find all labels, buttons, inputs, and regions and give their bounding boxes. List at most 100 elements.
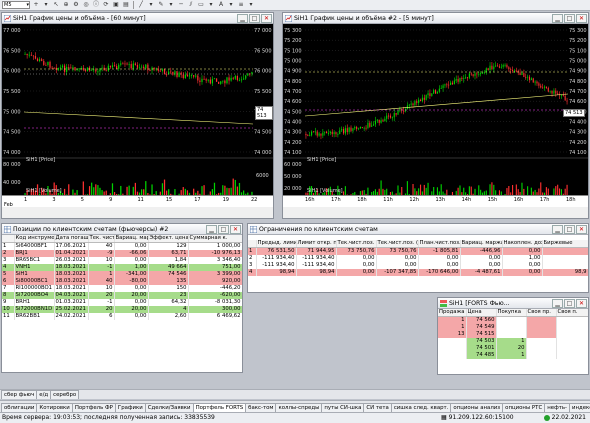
dropdown-icon[interactable]: ▾ (147, 1, 155, 9)
candle-body (528, 76, 531, 80)
minimize-button[interactable]: ▁ (237, 13, 248, 23)
dropdown-icon[interactable]: ▾ (207, 1, 215, 9)
settings-icon[interactable]: ⚙ (72, 1, 80, 9)
timeframe-select[interactable]: M5 ▾ (2, 1, 30, 9)
candle-body (446, 84, 448, 86)
close-button[interactable]: ✕ (576, 13, 587, 23)
quote-row[interactable]: 74 501 20 (438, 345, 588, 352)
table-row[interactable]: 5 SiH1 18.03.2021 1 -341,00 74 546 3 399,00 (2, 271, 242, 278)
limits-titlebar[interactable]: Ограничения по клиентским счетам ▁ □ ✕ (248, 224, 588, 235)
table-row[interactable]: 1 76 531,50 71 944,95 73 750,76 73 750,76 -1 … (248, 247, 588, 255)
quotes-icon (440, 299, 447, 307)
column-header: Биржевые (542, 240, 588, 248)
quote-row[interactable]: 13 74 515 (438, 331, 588, 338)
workspace-tab[interactable]: Котировки (36, 403, 73, 412)
maximize-button[interactable]: □ (218, 224, 229, 234)
workspace-tab[interactable]: сишка след. кварт. (390, 403, 452, 412)
fib-icon[interactable]: ≡ (237, 1, 245, 9)
candle-body (335, 132, 337, 135)
workspace-tab[interactable]: опционы анализ (450, 403, 504, 412)
dropdown-icon[interactable]: ▾ (227, 1, 235, 9)
zoom-icon[interactable]: ⊕ (62, 1, 70, 9)
crosshair-icon[interactable]: + (32, 1, 40, 9)
candle-body (132, 63, 134, 69)
maximize-button[interactable]: □ (564, 224, 575, 234)
sell-volume: 1 (438, 316, 467, 324)
dropdown-icon[interactable]: ▾ (42, 1, 50, 9)
hline-icon[interactable]: ─ (177, 1, 185, 9)
dropdown-icon[interactable]: ▾ (167, 1, 175, 9)
table-row[interactable]: 7 RI100000BO1 18.03.2021 10 0,00 150 -446,20 (2, 285, 242, 292)
quote-row[interactable]: 74 503 1 (438, 338, 588, 345)
table-row[interactable]: 2 BRJ1 01.04.2021 -9 -66,06 63,71 -10 976,13 (2, 250, 242, 257)
sell-volume (438, 352, 467, 359)
workspace-tab[interactable]: путы СИ-шка (321, 403, 365, 412)
text-tool-icon[interactable]: A (217, 1, 225, 9)
quote-row[interactable]: 1 74 560 (438, 316, 588, 324)
workspace-tab[interactable]: Сделки/Заявки (144, 403, 194, 412)
workspace-tab[interactable]: Графики (114, 403, 146, 412)
table-row[interactable]: 3 -111 934,40 -111 934,40 0,00 0,00 0,00 0,00 0… (248, 262, 588, 269)
workspace-tab[interactable]: сбер фьюч (1, 390, 38, 399)
sync-icon[interactable]: ⟳ (102, 1, 110, 9)
info-icon[interactable]: ⓘ (92, 1, 100, 9)
workspace-tab[interactable]: СИ тета (363, 403, 392, 412)
pen-icon[interactable]: ✎ (157, 1, 165, 9)
print-icon[interactable]: ▤ (122, 1, 130, 9)
table-row[interactable]: 1 Si64000BF1 17.06.2021 40 0,00 129 1 000,00 (2, 242, 242, 250)
maximize-button[interactable]: □ (249, 13, 260, 23)
close-button[interactable]: ✕ (576, 224, 587, 234)
table-row[interactable]: 9 BRH1 01.03.2021 -1 0,00 64,32 -8 031,30 (2, 299, 242, 306)
table-row[interactable]: 2 -111 934,40 -111 934,40 0,00 0,00 0,00 0,00 1… (248, 255, 588, 262)
cursor-icon[interactable]: ↖ (52, 1, 60, 9)
candle-body (472, 74, 474, 76)
minimize-button[interactable]: ▁ (206, 224, 217, 234)
table-row[interactable]: 4 VNH1 18.03.2021 -1 1,00 49 664 751,00 (2, 264, 242, 271)
workspace-tab[interactable]: нефть- (544, 403, 570, 412)
chart-window-5min: SiH1 График цены и объёма #2 - [5 минут]… (282, 12, 589, 219)
table-row[interactable]: 8 Si72000BO4 04.03.2021 20 20,00 23 -620,00 (2, 292, 242, 299)
target-icon[interactable]: ◎ (82, 1, 90, 9)
variation-margin: -80,00 (114, 278, 149, 285)
rect-icon[interactable]: ▭ (197, 1, 205, 9)
table-icon (250, 225, 257, 233)
channel-icon[interactable]: ⫽ (187, 1, 195, 9)
positions-titlebar[interactable]: Позиции по клиентским счетам (фьючерсы) … (2, 224, 242, 235)
column-header (248, 240, 257, 248)
candle-body (24, 53, 26, 55)
close-button[interactable]: ✕ (230, 224, 241, 234)
chart1-area[interactable]: 77 000 77 000 76 500 76 500 76 000 76 000 75 5… (2, 24, 273, 206)
chart2-titlebar[interactable]: SiH1 График цены и объёма #2 - [5 минут]… (283, 13, 588, 24)
maximize-button[interactable]: □ (564, 298, 575, 308)
close-button[interactable]: ✕ (261, 13, 272, 23)
table-row[interactable]: 3 BR65BC1 26.03.2021 10 0,00 1,84 3 346,40 (2, 257, 242, 264)
quote-row[interactable]: 74 485 1 (438, 352, 588, 359)
table-row[interactable]: 11 BR62BB1 24.02.2021 6 0,00 2,60 6 469,62 (2, 313, 242, 320)
close-button[interactable]: ✕ (576, 298, 587, 308)
minimize-button[interactable]: ▁ (552, 224, 563, 234)
dropdown-icon[interactable]: ▾ (247, 1, 255, 9)
quotes-titlebar[interactable]: SiH1 [FORTS Фью... ▁ □ ✕ (438, 298, 588, 309)
table-row[interactable]: 10 Si72000BN1D 25.02.2021 20 20,00 4 300,00 (2, 306, 242, 313)
workspace-tab[interactable]: облигации (1, 403, 38, 412)
quote-row[interactable]: 1 74 549 (438, 324, 588, 331)
table-row[interactable]: 6 Si80000BC1 18.03.2021 40 -80,00 135 920,00 (2, 278, 242, 285)
row-number: 9 (2, 299, 15, 306)
maximize-button[interactable]: □ (564, 13, 575, 23)
minimize-button[interactable]: ▁ (552, 298, 563, 308)
workspace-tab[interactable]: коллы-спреды (275, 403, 323, 412)
workspace-tab[interactable]: серебро (50, 390, 80, 399)
minimize-button[interactable]: ▁ (552, 13, 563, 23)
workspace-tab[interactable]: бакс-том (245, 403, 277, 412)
line-tool-icon[interactable]: ╱ (137, 1, 145, 9)
workspace-tab[interactable]: индекс (568, 403, 590, 412)
workspace-tab[interactable]: опционы РТС (502, 403, 546, 412)
table-row[interactable]: 4 98,94 98,94 0,00 -107 347,85 -170 646,00 -4 … (248, 269, 588, 276)
chart-icon[interactable]: ▣ (112, 1, 120, 9)
workspace-tab[interactable]: Портфель FORTS (192, 403, 247, 412)
chart2-area[interactable]: 75 300 75 300 75 200 75 200 75 100 75 100 75 0… (283, 24, 588, 206)
chart1-titlebar[interactable]: SiH1 График цены и объёма - [60 минут] ▁… (2, 13, 273, 24)
row-number: 4 (248, 269, 257, 276)
workspace-tab[interactable]: Портфель ФР (71, 403, 116, 412)
workspace-tab[interactable]: е/д (36, 390, 52, 399)
